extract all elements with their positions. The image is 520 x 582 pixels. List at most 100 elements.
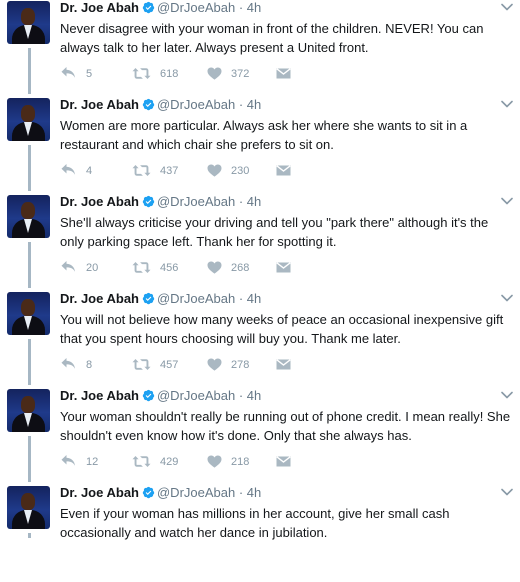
separator-dot: · xyxy=(235,194,247,209)
separator-dot: · xyxy=(235,97,247,112)
like-button[interactable]: 230 xyxy=(207,163,249,179)
tweet-header: Dr. Joe Abah @DrJoeAbah · 4h xyxy=(60,194,261,210)
chevron-down-icon[interactable] xyxy=(501,488,513,496)
direct-message-button[interactable] xyxy=(276,357,300,373)
envelope-icon xyxy=(276,359,291,370)
tweet-header: Dr. Joe Abah @DrJoeAbah · 4h xyxy=(60,291,261,307)
tweet[interactable]: Dr. Joe Abah @DrJoeAbah · 4h Never disagr… xyxy=(0,0,520,97)
heart-icon xyxy=(207,261,222,274)
reply-button[interactable]: 5 xyxy=(60,66,92,82)
verified-badge-icon xyxy=(142,1,155,14)
thread-connector-line xyxy=(28,436,31,482)
author-name[interactable]: Dr. Joe Abah xyxy=(60,97,139,112)
author-handle[interactable]: @DrJoeAbah xyxy=(157,97,235,112)
avatar[interactable] xyxy=(7,195,50,238)
heart-icon xyxy=(207,164,222,177)
reply-count: 12 xyxy=(86,456,99,468)
reply-icon xyxy=(61,261,75,272)
chevron-down-icon[interactable] xyxy=(501,3,513,11)
direct-message-button[interactable] xyxy=(276,454,300,470)
author-handle[interactable]: @DrJoeAbah xyxy=(157,0,235,15)
chevron-down-icon[interactable] xyxy=(501,197,513,205)
tweet-text: Even if your woman has millions in her a… xyxy=(60,506,450,540)
chevron-down-icon[interactable] xyxy=(501,391,513,399)
tweet-timestamp[interactable]: 4h xyxy=(247,291,261,306)
like-count: 372 xyxy=(231,68,250,80)
chevron-down-icon[interactable] xyxy=(501,100,513,108)
avatar[interactable] xyxy=(7,389,50,432)
tweet-timestamp[interactable]: 4h xyxy=(247,388,261,403)
reply-button[interactable]: 8 xyxy=(60,357,92,373)
author-handle[interactable]: @DrJoeAbah xyxy=(157,485,235,500)
avatar[interactable] xyxy=(7,98,50,141)
author-name[interactable]: Dr. Joe Abah xyxy=(60,291,139,306)
reply-count: 8 xyxy=(86,359,93,371)
retweet-button[interactable]: 429 xyxy=(132,454,178,470)
retweet-count: 437 xyxy=(160,165,179,177)
direct-message-button[interactable] xyxy=(276,260,300,276)
avatar-face xyxy=(21,202,35,219)
author-name[interactable]: Dr. Joe Abah xyxy=(60,0,139,15)
author-name[interactable]: Dr. Joe Abah xyxy=(60,388,139,403)
envelope-icon xyxy=(276,68,291,79)
author-handle[interactable]: @DrJoeAbah xyxy=(157,291,235,306)
heart-icon xyxy=(207,455,222,468)
tweet[interactable]: Dr. Joe Abah @DrJoeAbah · 4h Even if your… xyxy=(0,485,520,582)
retweet-button[interactable]: 457 xyxy=(132,357,178,373)
tweet[interactable]: Dr. Joe Abah @DrJoeAbah · 4h Women are mo… xyxy=(0,97,520,194)
like-button[interactable]: 278 xyxy=(207,357,249,373)
like-button[interactable]: 218 xyxy=(207,454,249,470)
author-name[interactable]: Dr. Joe Abah xyxy=(60,194,139,209)
reply-button[interactable]: 12 xyxy=(60,454,98,470)
avatar[interactable] xyxy=(7,1,50,44)
author-handle[interactable]: @DrJoeAbah xyxy=(157,388,235,403)
retweet-button[interactable]: 618 xyxy=(132,66,178,82)
author-name[interactable]: Dr. Joe Abah xyxy=(60,485,139,500)
reply-button[interactable]: 4 xyxy=(60,163,92,179)
tweet[interactable]: Dr. Joe Abah @DrJoeAbah · 4h She'll alway… xyxy=(0,194,520,291)
chevron-down-icon[interactable] xyxy=(501,294,513,302)
avatar[interactable] xyxy=(7,292,50,335)
verified-badge-icon xyxy=(142,292,155,305)
avatar[interactable] xyxy=(7,486,50,529)
retweet-button[interactable]: 456 xyxy=(132,260,178,276)
tweet[interactable]: Dr. Joe Abah @DrJoeAbah · 4h You will not… xyxy=(0,291,520,388)
like-button[interactable]: 372 xyxy=(207,66,249,82)
author-handle[interactable]: @DrJoeAbah xyxy=(157,194,235,209)
verified-badge-icon xyxy=(142,486,155,499)
separator-dot: · xyxy=(235,485,247,500)
tweet-timestamp[interactable]: 4h xyxy=(247,194,261,209)
heart-icon xyxy=(207,67,222,80)
tweet-timestamp[interactable]: 4h xyxy=(247,485,261,500)
retweet-button[interactable]: 437 xyxy=(132,163,178,179)
tweet-timestamp[interactable]: 4h xyxy=(247,0,261,15)
tweet-text: Never disagree with your woman in front … xyxy=(60,21,484,55)
like-button[interactable]: 268 xyxy=(207,260,249,276)
reply-icon xyxy=(61,164,75,175)
tweet-header: Dr. Joe Abah @DrJoeAbah · 4h xyxy=(60,97,261,113)
retweet-icon xyxy=(132,262,151,273)
reply-count: 20 xyxy=(86,262,99,274)
tweet-timestamp[interactable]: 4h xyxy=(247,97,261,112)
like-count: 268 xyxy=(231,262,250,274)
thread-connector-line xyxy=(28,48,31,94)
avatar-face xyxy=(21,493,35,510)
avatar-face xyxy=(21,8,35,25)
retweet-icon xyxy=(132,359,151,370)
separator-dot: · xyxy=(235,291,247,306)
direct-message-button[interactable] xyxy=(276,163,300,179)
reply-icon xyxy=(61,67,75,78)
reply-button[interactable]: 20 xyxy=(60,260,98,276)
reply-icon xyxy=(61,358,75,369)
thread-connector-line xyxy=(28,339,31,385)
envelope-icon xyxy=(276,456,291,467)
tweet[interactable]: Dr. Joe Abah @DrJoeAbah · 4h Your woman s… xyxy=(0,388,520,485)
retweet-icon xyxy=(132,165,151,176)
like-count: 218 xyxy=(231,456,250,468)
direct-message-button[interactable] xyxy=(276,66,300,82)
envelope-icon xyxy=(276,165,291,176)
retweet-count: 457 xyxy=(160,359,179,371)
thread-connector-line xyxy=(28,145,31,191)
verified-badge-icon xyxy=(142,195,155,208)
like-count: 230 xyxy=(231,165,250,177)
